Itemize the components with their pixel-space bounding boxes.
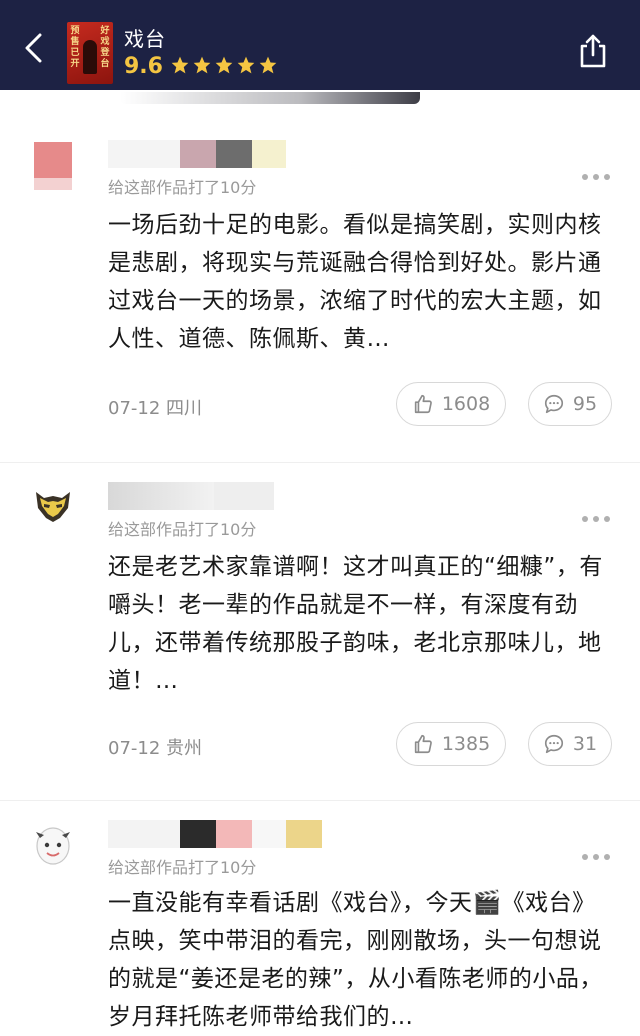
rating-text: 给这部作品打了10分 [108, 520, 257, 539]
more-options-icon[interactable] [582, 852, 612, 862]
comment-item: 给这部作品打了10分 还是老艺术家靠谱啊！这才叫真正的“细糠”，有嚼头！老一辈的… [0, 476, 640, 776]
divider [0, 462, 640, 463]
more-options-icon[interactable] [582, 514, 612, 524]
poster-figure [83, 40, 97, 74]
star-icon [259, 56, 277, 74]
comment-text[interactable]: 还是老艺术家靠谱啊！这才叫真正的“细糠”，有嚼头！老一辈的作品就是不一样，有深度… [108, 548, 608, 700]
star-icon [171, 56, 189, 74]
rating-text: 给这部作品打了10分 [108, 178, 257, 197]
comment-text[interactable]: 一场后劲十足的电影。看似是搞笑剧，实则内核是悲剧，将现实与荒诞融合得恰到好处。影… [108, 206, 608, 358]
share-icon[interactable] [576, 33, 610, 69]
reply-button[interactable]: 31 [528, 722, 612, 766]
comment-item: 给这部作品打了10分 一直没能有幸看话剧《戏台》，今天🎬《戏台》点映，笑中带泪的… [0, 814, 640, 1036]
divider [0, 800, 640, 801]
comment-item: 给这部作品打了10分 一场后劲十足的电影。看似是搞笑剧，实则内核是悲剧，将现实与… [0, 134, 640, 434]
reply-count: 95 [572, 393, 598, 415]
reply-button[interactable]: 95 [528, 382, 612, 426]
comment-location: 贵州 [166, 738, 203, 759]
thumbs-up-icon [414, 734, 432, 754]
top-bar: 预售已开 好戏登台 戏台 9.6 [0, 0, 640, 90]
poster-text-left: 预售已开 [70, 26, 80, 69]
comment-text[interactable]: 一直没能有幸看话剧《戏台》，今天🎬《戏台》点映，笑中带泪的看完，刚刚散场，头一句… [108, 884, 608, 1036]
user-avatar[interactable] [34, 142, 72, 190]
like-button[interactable]: 1385 [396, 722, 506, 766]
rating-text: 给这部作品打了10分 [108, 858, 257, 877]
poster-text-right: 好戏登台 [100, 26, 110, 69]
like-button[interactable]: 1608 [396, 382, 506, 426]
comment-meta: 07-12 贵州 [108, 734, 202, 760]
star-rating [170, 55, 278, 75]
comment-date: 07-12 [108, 738, 161, 759]
movie-score: 9.6 [124, 54, 163, 79]
username-blurred[interactable] [108, 482, 274, 510]
like-count: 1608 [441, 393, 491, 415]
star-icon [237, 56, 255, 74]
star-icon [215, 56, 233, 74]
user-avatar[interactable] [34, 484, 72, 532]
movie-poster[interactable]: 预售已开 好戏登台 [67, 22, 113, 84]
back-arrow-icon[interactable] [20, 33, 50, 63]
comment-icon [544, 734, 563, 754]
comment-meta: 07-12 四川 [108, 394, 202, 420]
star-icon [193, 56, 211, 74]
comment-date: 07-12 [108, 398, 161, 419]
like-count: 1385 [441, 733, 491, 755]
username-blurred[interactable] [108, 820, 322, 848]
reply-count: 31 [572, 733, 598, 755]
movie-title: 戏台 [124, 27, 166, 51]
username-blurred[interactable] [108, 140, 286, 168]
thumbs-up-icon [414, 394, 432, 414]
comment-location: 四川 [166, 398, 203, 419]
comment-icon [544, 394, 563, 414]
more-options-icon[interactable] [582, 172, 612, 182]
scroll-shadow [120, 92, 420, 104]
user-avatar[interactable] [34, 822, 72, 870]
